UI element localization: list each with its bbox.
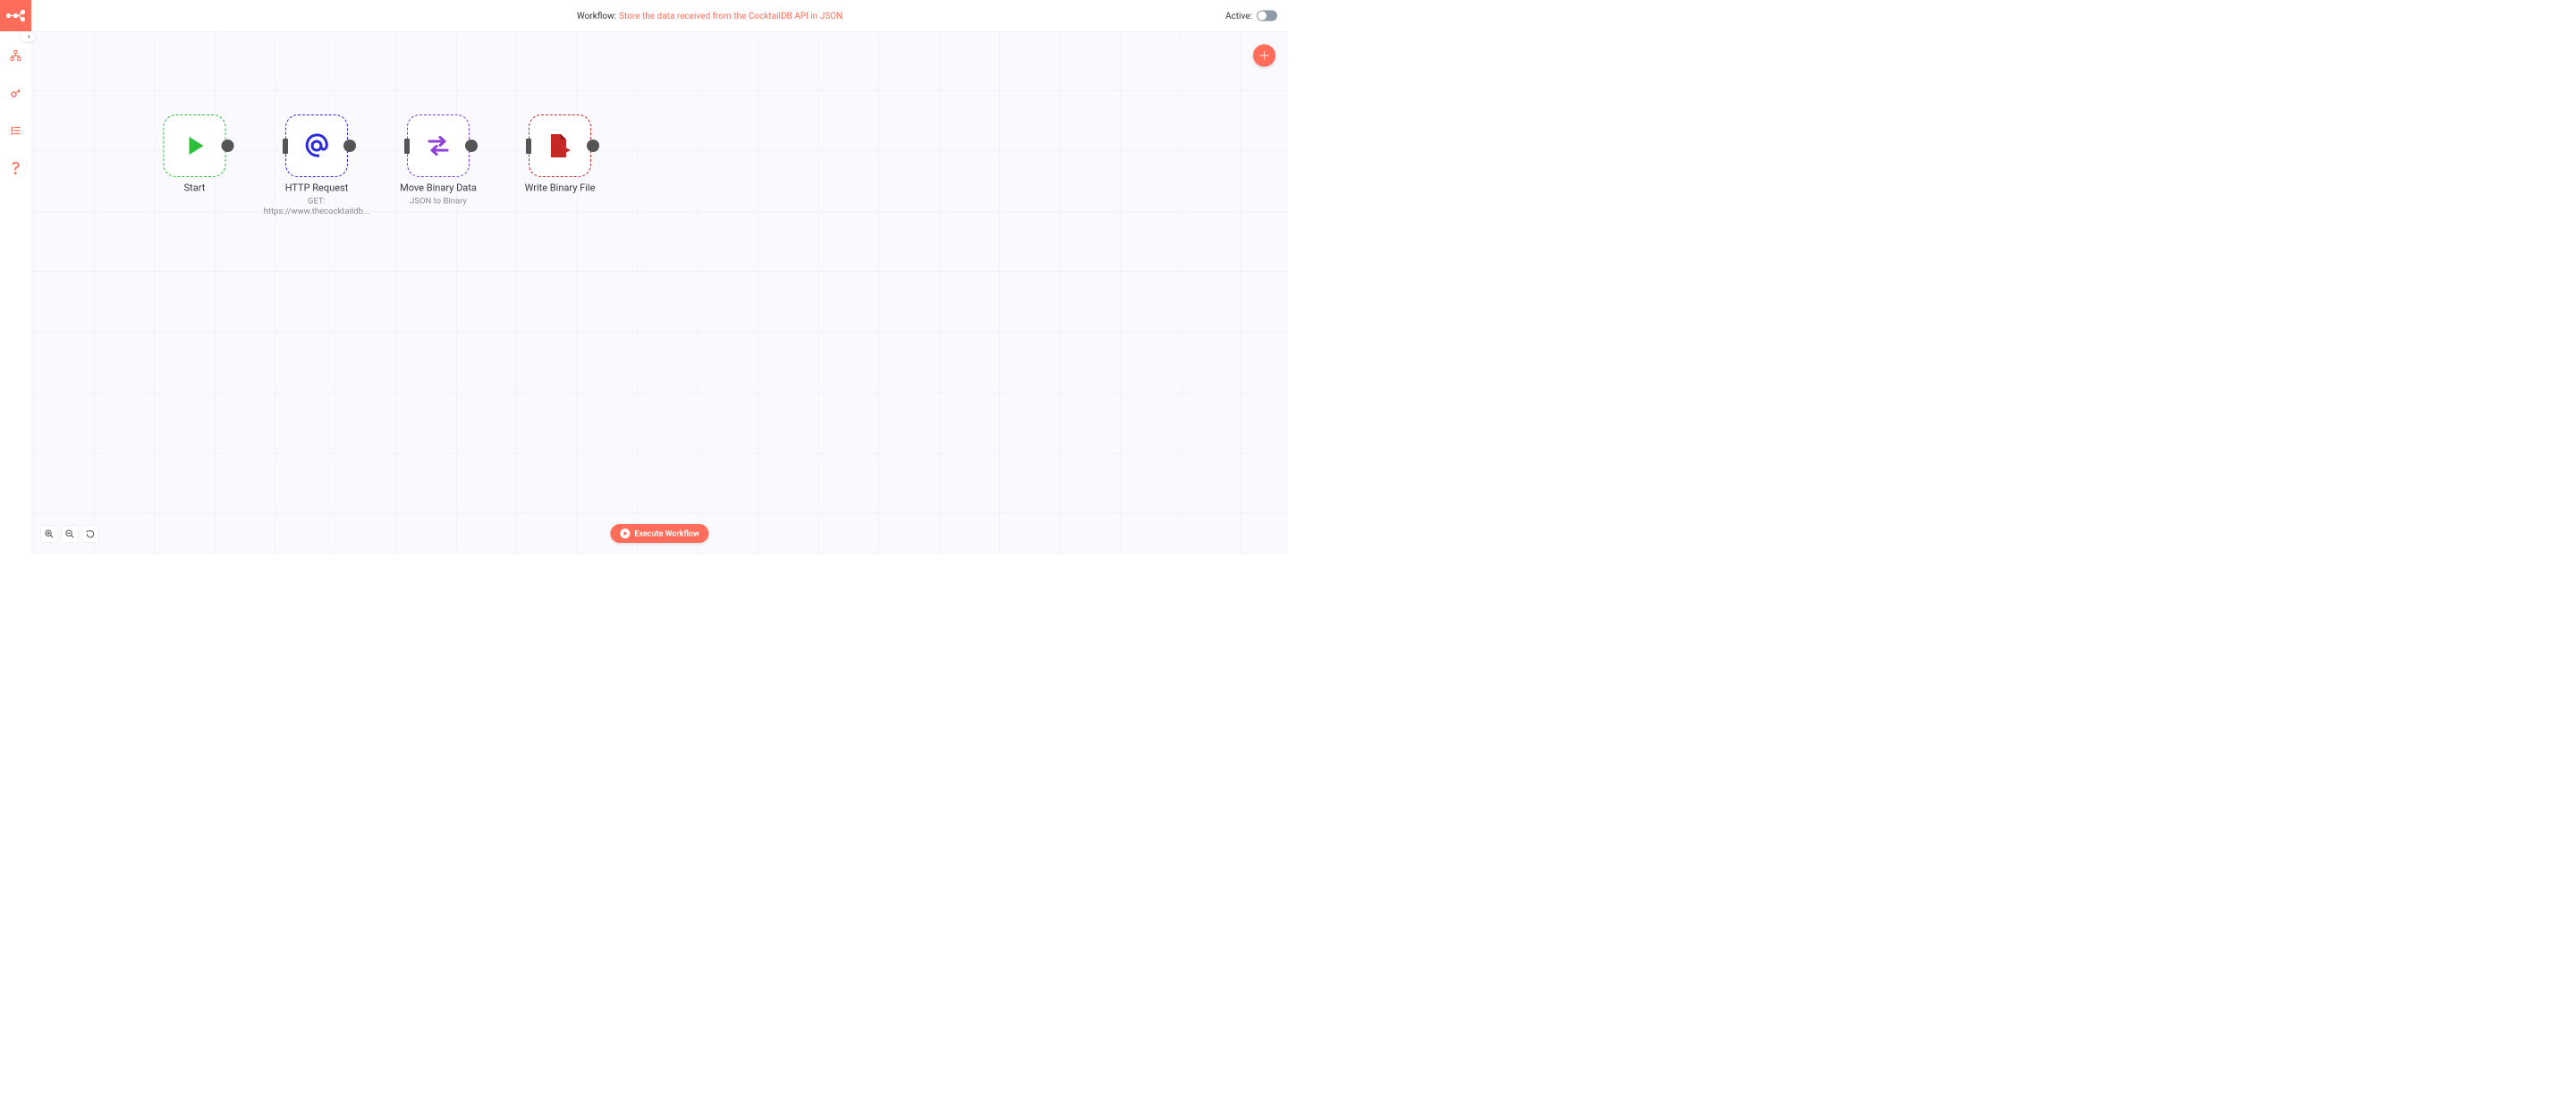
main-area: Workflow: Store the data received from t… — [31, 0, 1288, 554]
sidebar-item-help[interactable] — [5, 157, 27, 179]
header: Workflow: Store the data received from t… — [31, 0, 1288, 31]
zoom-controls — [40, 525, 99, 543]
node-subtitle: JSON to Binary — [378, 196, 499, 207]
output-port[interactable] — [222, 140, 234, 152]
node-subtitle: GET: https://www.thecocktaildb... — [257, 196, 377, 216]
node-box[interactable] — [407, 114, 470, 177]
sidebar: › — [0, 0, 31, 554]
reset-icon — [86, 529, 96, 539]
zoom-reset-button[interactable] — [81, 525, 99, 543]
at-icon — [304, 133, 329, 158]
node-title: Write Binary File — [500, 182, 621, 194]
workflow-canvas[interactable]: StartHTTP Request GET: https://www.thecoc… — [31, 31, 1288, 554]
workflow-name[interactable]: Store the data received from the Cocktai… — [619, 11, 843, 21]
node-move[interactable]: Move Binary Data JSON to Binary — [378, 114, 499, 206]
output-port[interactable] — [587, 140, 599, 152]
swap-icon — [426, 135, 451, 157]
app-logo[interactable]: › — [0, 0, 31, 31]
list-icon — [11, 125, 21, 136]
network-icon — [10, 50, 21, 62]
node-start[interactable]: Start — [134, 114, 255, 194]
zoom-out-icon — [65, 529, 75, 539]
node-box[interactable] — [285, 114, 348, 177]
sidebar-item-credentials[interactable] — [5, 82, 27, 104]
active-toggle[interactable] — [1257, 11, 1277, 21]
input-port[interactable] — [404, 139, 410, 154]
output-port[interactable] — [465, 140, 478, 152]
zoom-in-icon — [45, 529, 55, 539]
node-write[interactable]: Write Binary File — [500, 114, 621, 194]
node-box[interactable] — [164, 114, 226, 177]
input-port[interactable] — [526, 139, 531, 154]
node-title: Move Binary Data — [378, 182, 499, 194]
workflow-title-container: Workflow: Store the data received from t… — [194, 11, 1225, 21]
output-port[interactable] — [343, 140, 356, 152]
input-port[interactable] — [283, 139, 288, 154]
node-http[interactable]: HTTP Request GET: https://www.thecocktail… — [257, 114, 377, 216]
key-icon — [11, 88, 21, 98]
expand-sidebar-icon[interactable]: › — [28, 32, 30, 40]
node-title: Start — [134, 182, 255, 194]
node-box[interactable] — [529, 114, 591, 177]
zoom-out-button[interactable] — [61, 525, 79, 543]
execute-workflow-button[interactable]: Execute Workflow — [610, 524, 708, 543]
zoom-in-button[interactable] — [40, 525, 58, 543]
execute-label: Execute Workflow — [634, 529, 699, 538]
active-label: Active: — [1225, 11, 1252, 21]
file-export-icon — [548, 133, 572, 158]
question-icon — [12, 162, 21, 174]
sidebar-item-executions[interactable] — [5, 120, 27, 141]
workflow-label: Workflow: — [577, 11, 616, 21]
nodes-layer: StartHTTP Request GET: https://www.thecoc… — [31, 32, 1288, 555]
toggle-knob — [1258, 12, 1267, 21]
play-circle-icon — [620, 529, 630, 538]
node-title: HTTP Request — [257, 182, 377, 194]
logo-icon — [6, 10, 26, 22]
sidebar-item-workflows[interactable] — [5, 45, 27, 66]
play-icon — [182, 132, 208, 159]
